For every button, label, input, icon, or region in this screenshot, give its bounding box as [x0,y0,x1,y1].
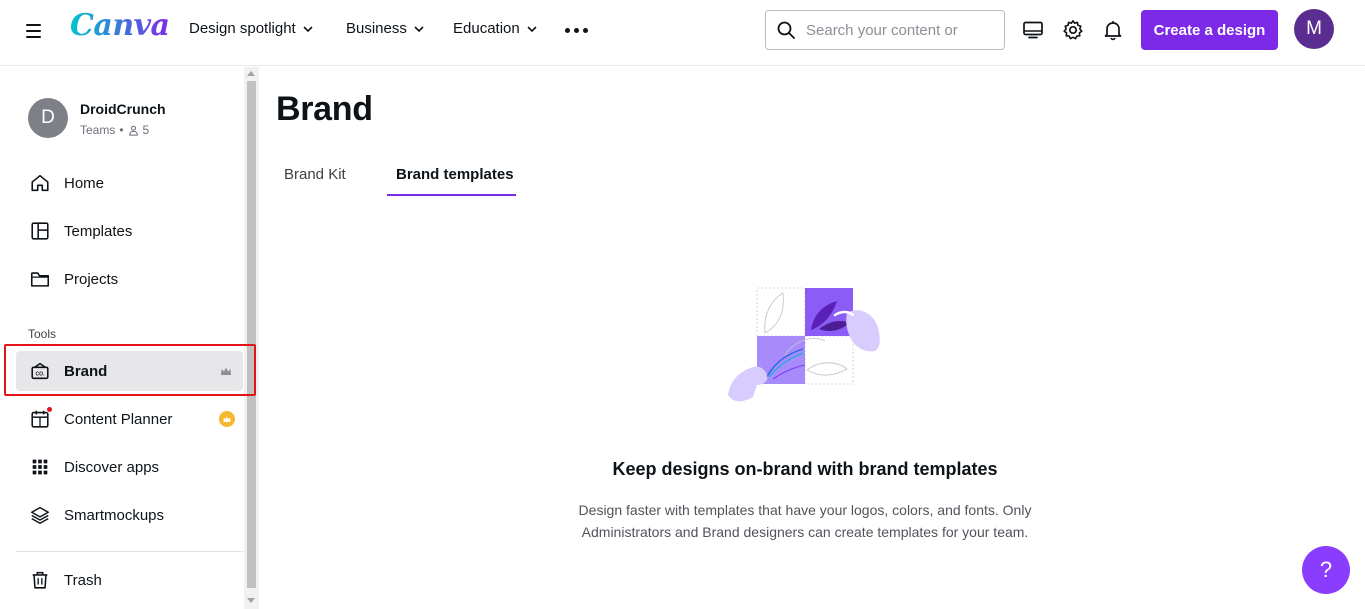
nav-business[interactable]: Business [346,20,425,37]
team-meta: Teams • 5 [80,123,149,137]
svg-text:CO.: CO. [36,372,46,378]
sidebar-item-label: Projects [64,270,119,288]
search-icon [777,21,795,39]
nav-label: Education [453,20,520,37]
sidebar-item-projects[interactable]: Projects [16,259,243,299]
bell-icon[interactable] [1101,18,1125,42]
gear-icon[interactable] [1061,18,1085,42]
active-tab-indicator [387,194,516,196]
tab-brand-templates[interactable]: Brand templates [396,166,514,196]
sidebar-item-content-planner[interactable]: Content Planner [16,399,243,439]
sidebar-item-home[interactable]: Home [16,163,243,203]
nav-education[interactable]: Education [453,20,538,37]
description-line: Design faster with templates that have y… [578,502,1032,518]
sidebar-item-discover-apps[interactable]: Discover apps [16,447,243,487]
brand-templates-illustration [728,287,880,402]
person-icon [128,125,138,136]
notification-dot [46,406,53,413]
canva-logo[interactable]: Canva [70,8,170,43]
search-input[interactable] [806,21,986,39]
sidebar-item-smartmockups[interactable]: Smartmockups [16,495,243,535]
sidebar-item-label: Home [64,174,105,192]
tab-brand-kit[interactable]: Brand Kit [284,166,346,196]
calendar-icon [28,406,53,431]
sidebar-divider [16,551,243,552]
create-design-button[interactable]: Create a design [1141,10,1278,50]
folder-icon [28,267,52,291]
home-icon [28,171,52,195]
apps-grid-icon [28,455,52,479]
top-bar: Canva Design spotlight Business Educatio… [0,0,1365,66]
sidebar-item-brand[interactable]: CO. Brand [16,351,243,391]
sidebar-item-label: Content Planner [64,410,173,428]
team-avatar[interactable]: D [28,98,68,138]
nav-label: Design spotlight [189,20,296,37]
trash-icon [28,568,52,592]
empty-state-title: Keep designs on-brand with brand templat… [612,459,998,479]
crown-badge-icon [219,411,235,427]
team-type: Teams [80,123,116,137]
chevron-down-icon [527,25,537,32]
page-title: Brand [276,90,373,128]
sidebar-item-label: Smartmockups [64,506,165,524]
chevron-down-icon [303,25,313,32]
crown-icon [221,367,231,375]
templates-icon [28,219,52,243]
scroll-up-icon[interactable] [247,71,255,76]
sidebar-item-trash[interactable]: Trash [16,560,243,600]
team-name[interactable]: DroidCrunch [80,101,166,117]
sidebar-item-label: Brand [64,362,108,380]
nav-design-spotlight[interactable]: Design spotlight [189,20,314,37]
more-dots-icon[interactable] [563,20,590,41]
tools-section-label: Tools [28,327,57,341]
layers-icon [28,503,52,527]
sidebar-item-label: Trash [64,571,102,589]
scroll-down-icon[interactable] [247,598,255,603]
help-button[interactable]: ? [1302,546,1350,594]
chevron-down-icon [414,25,424,32]
sidebar-item-templates[interactable]: Templates [16,211,243,251]
empty-state-description: Design faster with templates that have y… [540,499,1070,543]
team-member-count: 5 [142,123,150,137]
user-avatar[interactable]: M [1294,9,1334,49]
scrollbar-thumb[interactable] [247,81,256,588]
search-box[interactable] [765,10,1005,50]
nav-label: Business [346,20,407,37]
sidebar-item-label: Templates [64,222,133,240]
sidebar-item-label: Discover apps [64,458,160,476]
brand-icon: CO. [28,359,52,383]
desktop-icon[interactable] [1021,18,1045,42]
description-line: Administrators and Brand designers can c… [581,524,1029,540]
meta-separator: • [119,123,124,137]
menu-icon[interactable] [26,22,46,40]
